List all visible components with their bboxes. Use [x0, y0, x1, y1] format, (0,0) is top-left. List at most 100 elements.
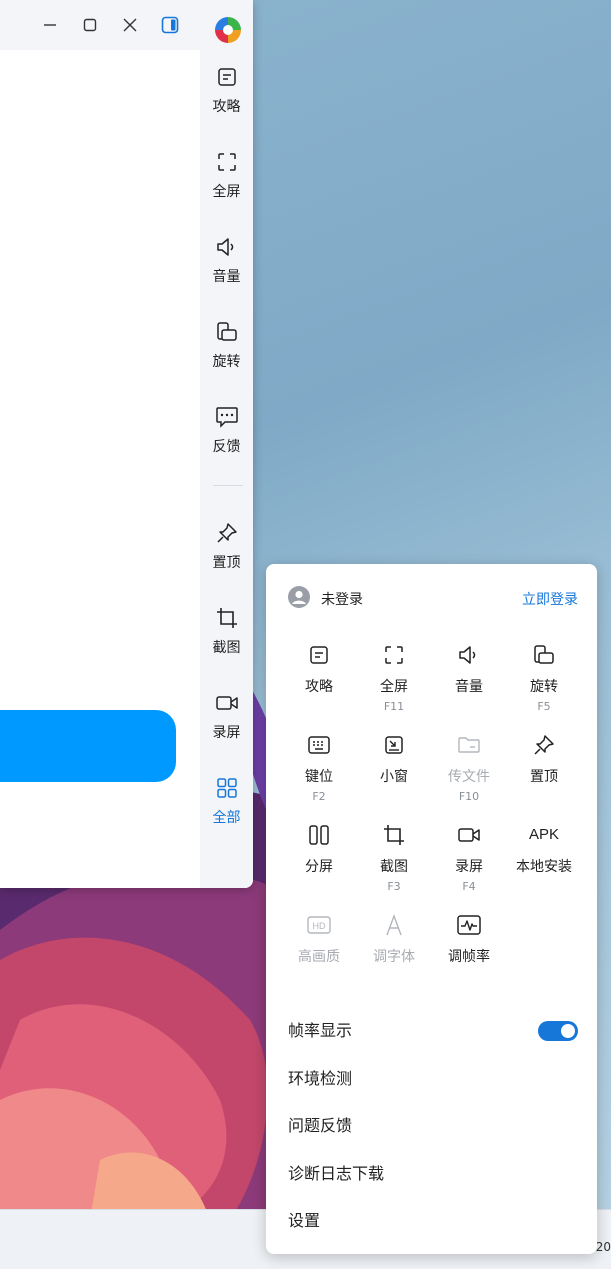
sidebar-divider — [213, 485, 243, 486]
menu-item-settings[interactable]: 设置 — [288, 1206, 578, 1236]
shortcut-key: F5 — [537, 700, 551, 713]
mini-window-icon — [381, 732, 407, 758]
emulator-screen[interactable] — [0, 50, 200, 888]
grid-item-label: 录屏 — [455, 859, 483, 875]
close-button[interactable] — [118, 13, 142, 37]
sidebar-item-feedback[interactable]: 反馈 — [200, 404, 253, 474]
grid-item-label: 全屏 — [380, 679, 408, 695]
record-icon — [456, 822, 482, 848]
sidebar-item-label: 音量 — [212, 269, 241, 285]
svg-text:HD: HD — [313, 921, 326, 931]
grid-item-volume[interactable]: 音量 — [431, 642, 507, 722]
sidebar-item-fullscreen[interactable]: 全屏 — [200, 149, 253, 219]
crop-icon — [381, 822, 407, 848]
maximize-button[interactable] — [78, 13, 102, 37]
split-screen-icon — [306, 822, 332, 848]
grid-item-transfer-file[interactable]: 传文件 F10 — [431, 732, 507, 812]
grid-item-label: 键位 — [305, 769, 333, 785]
sidebar-item-guide[interactable]: 攻略 — [200, 64, 253, 134]
sidebar-item-all[interactable]: 全部 — [200, 775, 253, 845]
sidebar-item-label: 攻略 — [212, 99, 241, 115]
guide-icon — [214, 64, 240, 90]
menu-item-feedback[interactable]: 问题反馈 — [288, 1111, 578, 1141]
pin-icon — [214, 520, 240, 546]
sidebar-item-record[interactable]: 录屏 — [200, 690, 253, 760]
grid-item-screenshot[interactable]: 截图 F3 — [356, 822, 432, 902]
sidebar-item-rotate[interactable]: 旋转 — [200, 319, 253, 389]
emulator-window: 攻略 全屏 音量 旋转 反馈 置顶 截图 录屏 全部 — [0, 0, 253, 888]
menu-item-label: 问题反馈 — [288, 1116, 353, 1135]
minimize-icon — [44, 24, 56, 26]
toggle-sidebar-button[interactable] — [158, 13, 182, 37]
grid-item-label: 小窗 — [380, 769, 408, 785]
grid-item-rotate[interactable]: 旋转 F5 — [506, 642, 582, 722]
grid-item-local-install[interactable]: APK 本地安装 — [506, 822, 582, 902]
grid-item-keymap[interactable]: 键位 F2 — [281, 732, 357, 812]
all-grid-icon — [214, 775, 240, 801]
shortcut-key: F3 — [387, 880, 401, 893]
minimize-button[interactable] — [38, 13, 62, 37]
sidebar-item-screenshot[interactable]: 截图 — [200, 605, 253, 675]
all-features-panel: 未登录 立即登录 攻略 全屏 F11 音量 旋转 F5 键位 F2 小窗 传文件… — [266, 564, 597, 1254]
menu-item-env-check[interactable]: 环境检测 — [288, 1064, 578, 1094]
grid-item-guide[interactable]: 攻略 — [281, 642, 357, 722]
volume-icon — [456, 642, 482, 668]
fullscreen-icon — [214, 149, 240, 175]
grid-item-mini-window[interactable]: 小窗 — [356, 732, 432, 812]
menu-item-label: 环境检测 — [288, 1069, 353, 1088]
taskbar-clock[interactable]: 20 — [596, 1240, 611, 1254]
framerate-display-toggle[interactable] — [538, 1021, 578, 1041]
grid-item-hd[interactable]: HD 高画质 — [281, 912, 357, 992]
folder-icon — [456, 732, 482, 758]
guide-icon — [306, 642, 332, 668]
close-icon — [123, 18, 137, 32]
menu-item-label: 帧率显示 — [288, 1021, 353, 1040]
shortcut-key: F2 — [312, 790, 326, 803]
framerate-icon — [456, 912, 482, 938]
apk-icon: APK — [529, 826, 560, 843]
sidebar-item-pin[interactable]: 置顶 — [200, 520, 253, 590]
sidebar-item-label: 全屏 — [212, 184, 241, 200]
grid-item-framerate[interactable]: 调帧率 — [431, 912, 507, 992]
login-link[interactable]: 立即登录 — [522, 589, 578, 609]
grid-item-record[interactable]: 录屏 F4 — [431, 822, 507, 902]
sidebar-toggle-icon — [161, 16, 179, 34]
sidebar-item-label: 置顶 — [212, 555, 241, 571]
pin-icon — [531, 732, 557, 758]
grid-item-label: 置顶 — [530, 769, 558, 785]
grid-item-split-screen[interactable]: 分屏 — [281, 822, 357, 902]
volume-icon — [214, 234, 240, 260]
maximize-icon — [83, 18, 97, 32]
grid-item-fullscreen[interactable]: 全屏 F11 — [356, 642, 432, 722]
grid-item-label: 高画质 — [298, 949, 340, 965]
feedback-icon — [214, 404, 240, 430]
rotate-icon — [214, 319, 240, 345]
screen-app-button[interactable] — [0, 710, 176, 782]
menu-item-framerate-display[interactable]: 帧率显示 — [288, 1016, 578, 1046]
grid-item-label: 音量 — [455, 679, 483, 695]
side-toolbar: 攻略 全屏 音量 旋转 反馈 置顶 截图 录屏 全部 — [200, 0, 253, 888]
font-icon — [381, 912, 407, 938]
toggle-knob — [561, 1024, 575, 1038]
grid-item-label: 调字体 — [373, 949, 415, 965]
sidebar-item-label: 反馈 — [212, 439, 241, 455]
grid-item-pin[interactable]: 置顶 — [506, 732, 582, 812]
grid-item-label: 攻略 — [305, 679, 333, 695]
grid-item-font[interactable]: 调字体 — [356, 912, 432, 992]
grid-item-label: 旋转 — [530, 679, 558, 695]
grid-item-label: 传文件 — [448, 769, 490, 785]
grid-item-label: 截图 — [380, 859, 408, 875]
menu-item-diagnostic-log[interactable]: 诊断日志下载 — [288, 1159, 578, 1189]
title-bar — [0, 0, 200, 50]
user-row: 未登录 立即登录 — [288, 586, 578, 610]
keyboard-icon — [306, 732, 332, 758]
grid-item-label: 调帧率 — [448, 949, 490, 965]
fullscreen-icon — [381, 642, 407, 668]
shortcut-key: F11 — [383, 700, 405, 713]
grid-item-label: 分屏 — [305, 859, 333, 875]
sidebar-item-volume[interactable]: 音量 — [200, 234, 253, 304]
login-status: 未登录 — [321, 592, 363, 608]
menu-item-label: 设置 — [288, 1211, 321, 1230]
avatar-icon[interactable] — [288, 586, 310, 608]
crop-icon — [214, 605, 240, 631]
